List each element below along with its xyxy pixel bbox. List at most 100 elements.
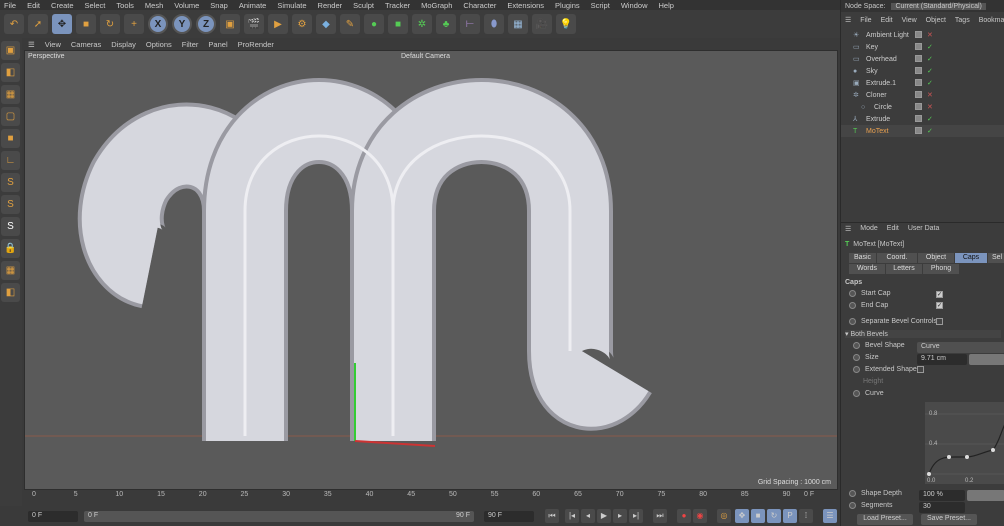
- visibility-toggle[interactable]: [915, 67, 922, 74]
- menu-tools[interactable]: Tools: [116, 1, 134, 10]
- object-name[interactable]: Extrude: [866, 116, 916, 123]
- lock-icon[interactable]: 🔒: [1, 239, 20, 258]
- anim-dot[interactable]: [853, 342, 860, 349]
- undo-icon[interactable]: ↶: [4, 14, 24, 34]
- node-space-select[interactable]: Current (Standard/Physical): [891, 2, 986, 10]
- viewport-menu-display[interactable]: Display: [111, 40, 136, 49]
- curve-point[interactable]: [991, 448, 995, 452]
- object-row[interactable]: ○ Circle ✕: [841, 101, 1004, 113]
- workplane-icon[interactable]: S: [1, 217, 20, 236]
- scale-tool-icon[interactable]: ■: [76, 14, 96, 34]
- camera-icon[interactable]: 🎥: [532, 14, 552, 34]
- enabled-check[interactable]: ✓: [927, 43, 933, 51]
- layer-icon[interactable]: ◧: [1, 283, 20, 302]
- save-preset-button[interactable]: Save Preset...: [921, 514, 977, 525]
- menu-character[interactable]: Character: [463, 1, 496, 10]
- timeline-ruler[interactable]: 0 F 0 5 10 15 20 25 30 35 40 45 50 55 60 65 70 75 80 85 90: [24, 490, 838, 504]
- keyframe-icon[interactable]: ◎: [717, 509, 731, 523]
- extended-shape-checkbox[interactable]: [917, 366, 924, 373]
- tab-phong[interactable]: Phong: [923, 264, 959, 274]
- key-rotation-icon[interactable]: ↻: [767, 509, 781, 523]
- menu-mograph[interactable]: MoGraph: [421, 1, 452, 10]
- play-icon[interactable]: ▶: [597, 509, 611, 523]
- menu-simulate[interactable]: Simulate: [277, 1, 306, 10]
- viewport-menu-panel[interactable]: Panel: [208, 40, 227, 49]
- current-frame-field[interactable]: 0 F: [28, 511, 78, 522]
- anim-dot[interactable]: [853, 366, 860, 373]
- menu-volume[interactable]: Volume: [174, 1, 199, 10]
- tab-caps[interactable]: Caps: [955, 253, 987, 263]
- object-name[interactable]: Cloner: [866, 92, 916, 99]
- object-name[interactable]: Extrude.1: [866, 80, 916, 87]
- visibility-toggle[interactable]: [915, 103, 922, 110]
- am-menu-edit[interactable]: Edit: [887, 225, 899, 232]
- timeline-icon[interactable]: ☰: [823, 509, 837, 523]
- anim-dot[interactable]: [853, 354, 860, 361]
- size-slider[interactable]: [969, 354, 1004, 365]
- menu-help[interactable]: Help: [659, 1, 674, 10]
- viewport[interactable]: Perspective Default Camera Grid Spacing …: [24, 50, 838, 490]
- next-frame-icon[interactable]: ▸: [613, 509, 627, 523]
- menu-extensions[interactable]: Extensions: [507, 1, 544, 10]
- anim-dot[interactable]: [849, 502, 856, 509]
- menu-tracker[interactable]: Tracker: [385, 1, 410, 10]
- om-menu-object[interactable]: Object: [926, 17, 946, 24]
- menu-sculpt[interactable]: Sculpt: [353, 1, 374, 10]
- floor-icon[interactable]: ▦: [508, 14, 528, 34]
- enabled-check[interactable]: ✓: [927, 55, 933, 63]
- enabled-check[interactable]: ✓: [927, 115, 933, 123]
- object-row[interactable]: ● Sky ✓: [841, 65, 1004, 77]
- viewport-menu-prorender[interactable]: ProRender: [238, 40, 274, 49]
- enabled-check[interactable]: ✕: [927, 31, 933, 39]
- model-mode-icon[interactable]: ▣: [1, 41, 20, 60]
- enabled-check[interactable]: ✓: [927, 127, 933, 135]
- light-icon[interactable]: 💡: [556, 14, 576, 34]
- pen-icon[interactable]: ✎: [340, 14, 360, 34]
- viewport-menu-filter[interactable]: Filter: [182, 40, 199, 49]
- object-name[interactable]: Overhead: [866, 56, 916, 63]
- grid-icon[interactable]: ▦: [1, 261, 20, 280]
- render-settings-icon[interactable]: ⚙: [292, 14, 312, 34]
- menu-edit[interactable]: Edit: [27, 1, 40, 10]
- curve-point[interactable]: [947, 455, 951, 459]
- tab-sel[interactable]: Sel: [988, 253, 1004, 263]
- visibility-toggle[interactable]: [915, 115, 922, 122]
- prev-frame-icon[interactable]: ◂: [581, 509, 595, 523]
- y-axis-toggle[interactable]: Y: [172, 14, 192, 34]
- axis-mode-icon[interactable]: ∟: [1, 151, 20, 170]
- end-frame-field[interactable]: 90 F: [484, 511, 534, 522]
- end-cap-checkbox[interactable]: ✓: [936, 302, 943, 309]
- go-start-icon[interactable]: ⏮: [545, 509, 559, 523]
- object-name[interactable]: Sky: [866, 68, 916, 75]
- separate-bevel-checkbox[interactable]: [936, 318, 943, 325]
- start-cap-checkbox[interactable]: ✓: [936, 291, 943, 298]
- x-axis-toggle[interactable]: X: [148, 14, 168, 34]
- prev-key-icon[interactable]: |◂: [565, 509, 579, 523]
- tab-basic[interactable]: Basic: [849, 253, 876, 263]
- key-scale-icon[interactable]: ■: [751, 509, 765, 523]
- edges-mode-icon[interactable]: ▢: [1, 107, 20, 126]
- object-row[interactable]: ✲ Cloner ✕: [841, 89, 1004, 101]
- object-name[interactable]: MoText: [866, 128, 916, 135]
- object-row[interactable]: T MoText ✓: [841, 125, 1004, 137]
- record-icon[interactable]: ●: [677, 509, 691, 523]
- am-menu-icon[interactable]: ☰: [845, 225, 851, 233]
- tab-letters[interactable]: Letters: [886, 264, 922, 274]
- anim-dot[interactable]: [849, 490, 856, 497]
- coord-system-icon[interactable]: ▣: [220, 14, 240, 34]
- object-row[interactable]: ☀ Ambient Light ✕: [841, 29, 1004, 41]
- menu-script[interactable]: Script: [591, 1, 610, 10]
- visibility-toggle[interactable]: [915, 127, 922, 134]
- curve-point[interactable]: [927, 472, 931, 476]
- size-field[interactable]: 9.71 cm: [917, 354, 967, 365]
- key-position-icon[interactable]: ✥: [735, 509, 749, 523]
- om-menu-file[interactable]: File: [860, 17, 871, 24]
- menu-mesh[interactable]: Mesh: [145, 1, 163, 10]
- om-menu-bookmarks[interactable]: Bookmarks: [979, 17, 1004, 24]
- anim-dot[interactable]: [853, 390, 860, 397]
- object-row[interactable]: ▭ Key ✓: [841, 41, 1004, 53]
- bevel-shape-select[interactable]: Curve: [917, 342, 1004, 353]
- visibility-toggle[interactable]: [915, 91, 922, 98]
- extrude-icon[interactable]: ■: [388, 14, 408, 34]
- visibility-toggle[interactable]: [915, 31, 922, 38]
